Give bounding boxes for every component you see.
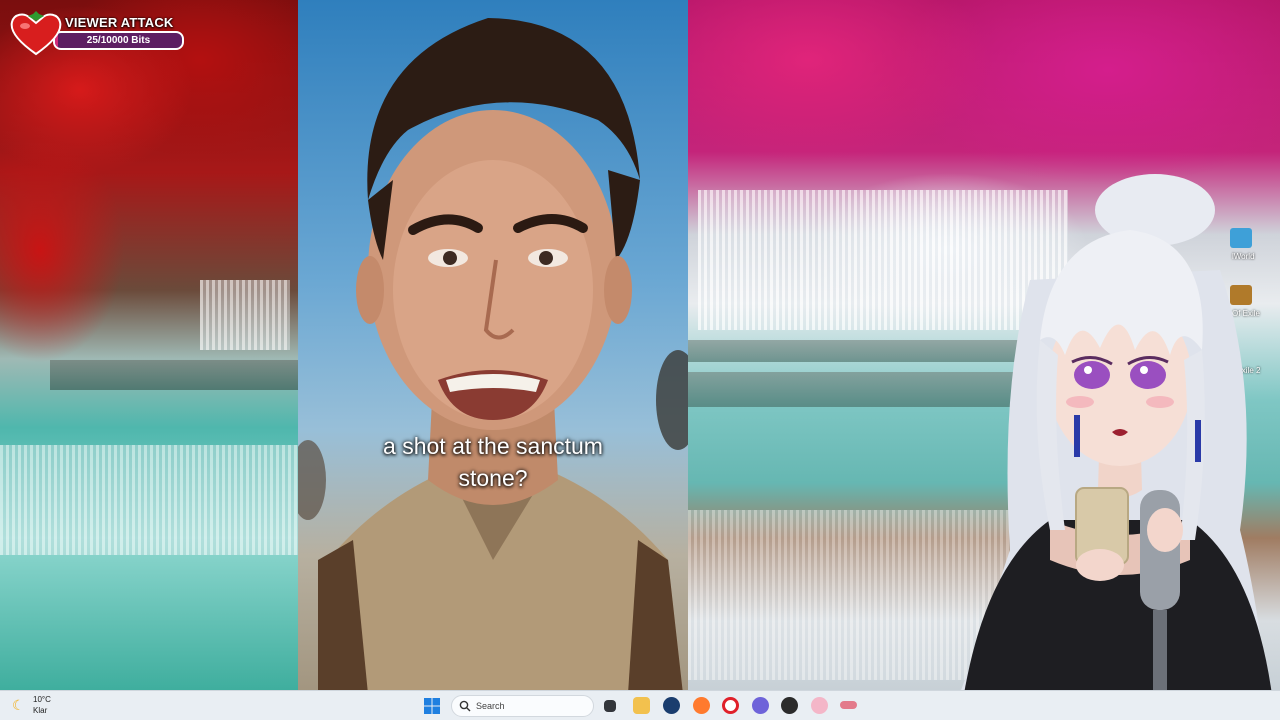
- moon-icon: ☾: [12, 697, 25, 713]
- video-caption: a shot at the sanctum stone?: [328, 430, 658, 494]
- tool-icon[interactable]: [840, 701, 857, 709]
- caption-line-2: stone?: [458, 465, 528, 491]
- weather-temperature: 10°C: [33, 695, 51, 704]
- vtuber-avatar: [950, 174, 1275, 720]
- taskbar-search[interactable]: Search: [451, 695, 594, 717]
- heart-app-icon[interactable]: [811, 697, 828, 714]
- task-view-icon[interactable]: [604, 700, 616, 712]
- search-icon: [459, 700, 471, 712]
- desktop-wallpaper-left: [0, 0, 298, 690]
- waterfall-left-upper: [200, 280, 290, 350]
- caption-line-1: a shot at the sanctum: [383, 433, 603, 459]
- opera-icon[interactable]: [722, 697, 739, 714]
- file-explorer-icon[interactable]: [633, 697, 650, 714]
- steam-icon[interactable]: [663, 697, 680, 714]
- stream-scene: lWorld Of Exile f Exile 2 a shot at the …: [0, 0, 1280, 720]
- video-panel: a shot at the sanctum stone?: [298, 0, 688, 694]
- taskbar: ☾ 10°C Klar Search: [0, 690, 1280, 720]
- search-placeholder: Search: [476, 701, 505, 711]
- bits-progress-bar: 25/10000 Bits: [53, 31, 184, 50]
- discord-icon[interactable]: [781, 697, 798, 714]
- actor-face-image: [298, 18, 688, 694]
- bits-count: 25/10000 Bits: [86, 35, 151, 46]
- weather-condition: Klar: [33, 706, 48, 715]
- viewer-attack-title: VIEWER ATTACK: [65, 15, 174, 30]
- viewer-attack-widget: 25/10000 Bits VIEWER ATTACK: [8, 10, 188, 56]
- waterfall-left-lower: [0, 445, 298, 555]
- browser-icon[interactable]: [693, 697, 710, 714]
- rock-ledge-left: [50, 360, 298, 390]
- start-icon[interactable]: [424, 698, 440, 714]
- tomato-heart-icon: [10, 11, 62, 56]
- chat-app-icon[interactable]: [752, 697, 769, 714]
